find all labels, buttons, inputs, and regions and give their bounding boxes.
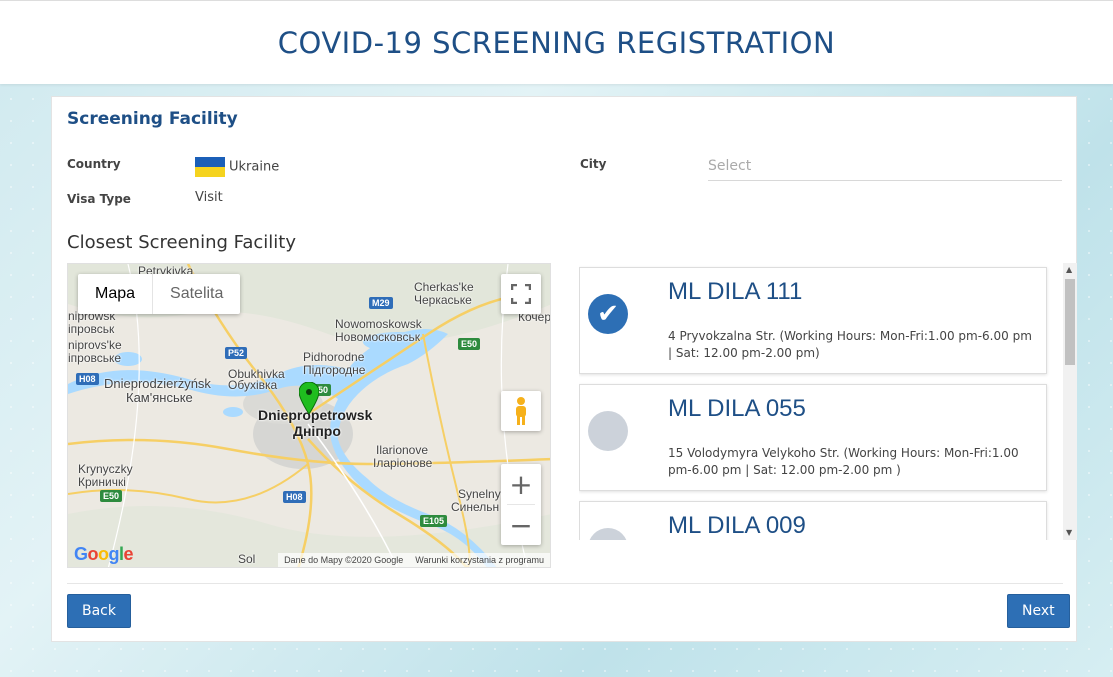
facility-radio-selected[interactable]: ✔ (588, 294, 628, 334)
country-name: Ukraine (229, 159, 280, 175)
section-title: Screening Facility (67, 109, 238, 129)
map-place-label: Підгородне (303, 363, 366, 377)
facility-address: 4 Pryvokzalna Str. (Working Hours: Mon-F… (668, 329, 1032, 360)
facility-address: 15 Volodymyra Velykoho Str. (Working Hou… (668, 446, 1019, 477)
map-place-label: Krynyczky (78, 462, 133, 476)
fullscreen-button[interactable] (501, 274, 541, 314)
map-place-label: Іларіонове (373, 456, 433, 470)
map-place-label: Nowomoskowsk (335, 317, 422, 331)
map-place-label: niprovs'ke (68, 338, 122, 352)
page-title: COVID-19 SCREENING REGISTRATION (277, 25, 836, 60)
road-badge: P52 (225, 347, 248, 359)
next-button[interactable]: Next (1007, 594, 1070, 628)
road-badge: E50 (458, 338, 481, 350)
road-badge: M29 (369, 297, 393, 309)
list-scrollbar[interactable]: ▲ ▼ (1063, 263, 1077, 540)
map-place-label: Синельн (451, 500, 500, 514)
checkmark-icon: ✔ (597, 299, 619, 329)
page-header: COVID-19 SCREENING REGISTRATION (0, 0, 1113, 84)
map-type-control: Mapa Satelita (78, 274, 241, 314)
google-logo: Google (74, 544, 134, 564)
facility-radio[interactable] (588, 411, 628, 451)
zoom-out-button[interactable]: − (501, 505, 541, 545)
city-label: City (580, 157, 607, 171)
fullscreen-icon (511, 284, 531, 304)
map-place-label: Обухівка (228, 378, 278, 392)
zoom-control: + − (501, 464, 541, 545)
closest-facility-title: Closest Screening Facility (67, 232, 296, 253)
map-place-label: Кам'янське (126, 390, 193, 405)
map-place-label: Cherkas'ke (414, 280, 474, 294)
country-label: Country (67, 157, 121, 171)
facility-card[interactable]: ✔ ML DILA 111 4 Pryvokzalna Str. (Workin… (579, 267, 1047, 374)
map-type-map-button[interactable]: Mapa (78, 274, 154, 314)
country-value: Ukraine (195, 157, 279, 177)
road-badge: E50 (100, 490, 123, 502)
map-place-label: Черкаське (414, 293, 472, 307)
road-badge: E105 (420, 515, 448, 527)
scroll-down-icon[interactable]: ▼ (1066, 528, 1072, 537)
visa-type-label: Visa Type (67, 192, 131, 206)
facility-name: ML DILA 055 (668, 395, 806, 422)
facility-name: ML DILA 111 (668, 278, 803, 305)
map-place-label: Новомосковськ (335, 330, 420, 344)
facility-radio[interactable] (588, 528, 628, 540)
map-city-label: Дніпро (293, 423, 341, 439)
map-place-label: Ilarionove (376, 443, 429, 457)
visa-type-value: Visit (195, 190, 223, 205)
back-button[interactable]: Back (67, 594, 131, 628)
facility-card[interactable]: ML DILA 009 (579, 501, 1047, 540)
street-view-button[interactable] (501, 391, 541, 431)
map-place-label: Pidhorodne (303, 350, 365, 364)
map-place-label: іпровськ (68, 322, 115, 336)
scroll-up-icon[interactable]: ▲ (1066, 265, 1072, 274)
map-attribution: Dane do Mapy ©2020 Google Warunki korzys… (278, 553, 550, 567)
map-place-label: іпровське (68, 351, 122, 365)
ukraine-flag-icon (195, 157, 225, 177)
facility-map[interactable]: Petrykivka Cherkas'ke Черкаське niprowsk… (67, 263, 551, 568)
map-place-label: Криничкі (78, 475, 126, 489)
pegman-icon (516, 397, 526, 425)
map-place-label: Sol (238, 552, 256, 566)
map-place-label: Synelnyk (458, 487, 507, 501)
scrollbar-thumb[interactable] (1065, 279, 1075, 365)
registration-card: Screening Facility Country Ukraine City … (51, 96, 1077, 642)
location-pin-icon[interactable] (299, 382, 319, 414)
facility-name: ML DILA 009 (668, 512, 806, 539)
map-type-satellite-button[interactable]: Satelita (153, 274, 240, 314)
facility-card[interactable]: ML DILA 055 15 Volodymyra Velykoho Str. … (579, 384, 1047, 491)
map-terms-link[interactable]: Warunki korzystania z programu (415, 555, 544, 565)
map-place-label: Dnieprodzierżyńsk (104, 376, 211, 391)
footer-divider (67, 583, 1063, 584)
zoom-in-button[interactable]: + (501, 464, 541, 504)
facility-list[interactable]: ✔ ML DILA 111 4 Pryvokzalna Str. (Workin… (579, 263, 1077, 540)
road-badge: H08 (283, 491, 306, 503)
road-badge: H08 (76, 373, 99, 385)
map-data-credit: Dane do Mapy ©2020 Google (284, 555, 404, 565)
city-select[interactable] (708, 151, 1062, 181)
